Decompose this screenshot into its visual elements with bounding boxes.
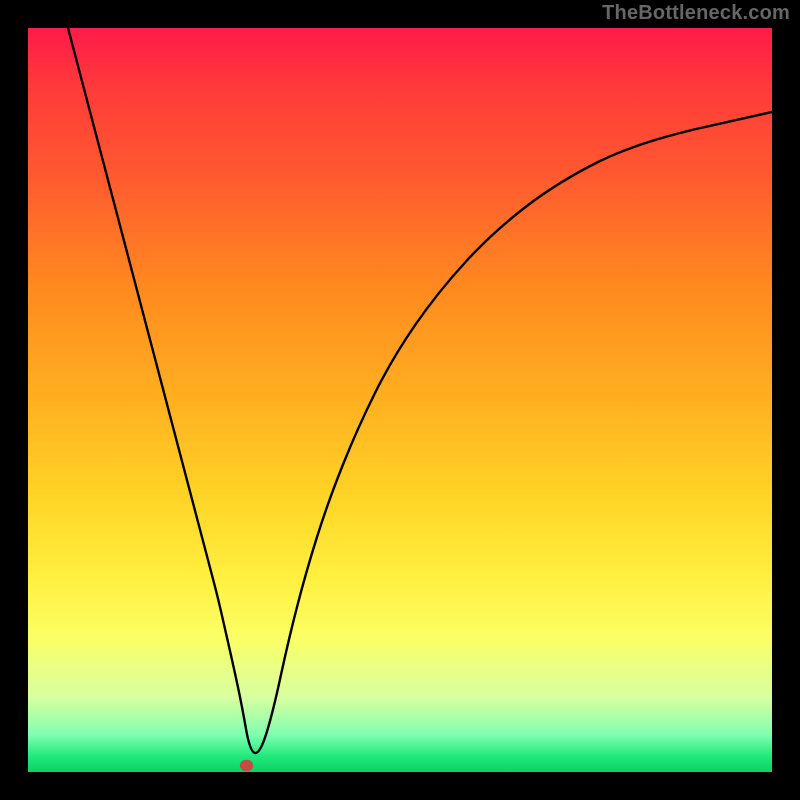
- chart-frame: TheBottleneck.com: [0, 0, 800, 800]
- curve-path: [68, 28, 772, 753]
- curve-svg: [28, 28, 772, 772]
- plot-area: [28, 28, 772, 772]
- watermark-text: TheBottleneck.com: [602, 2, 790, 25]
- min-marker: [240, 760, 253, 771]
